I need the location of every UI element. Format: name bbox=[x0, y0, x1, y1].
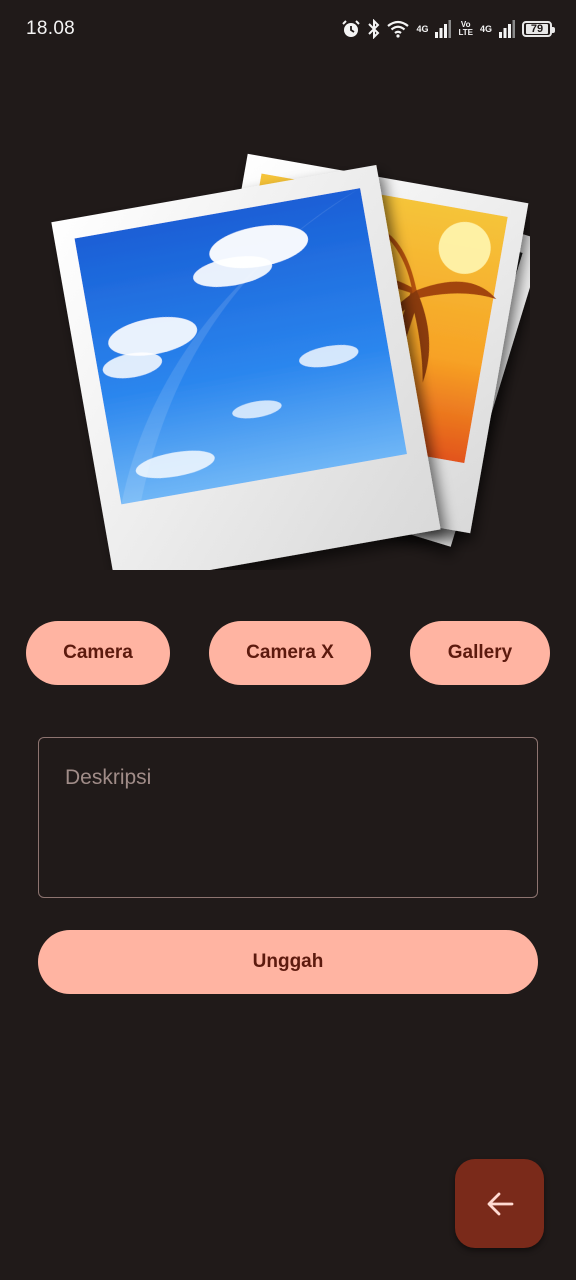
arrow-back-icon bbox=[487, 1192, 513, 1215]
volte-bottom: LTE bbox=[458, 28, 473, 37]
gallery-button[interactable]: Gallery bbox=[410, 621, 550, 685]
network-type-label: 4G bbox=[479, 23, 492, 34]
signal-icon bbox=[499, 20, 515, 38]
status-time: 18.08 bbox=[26, 18, 76, 39]
signal-icon bbox=[435, 20, 452, 38]
description-field[interactable]: Deskripsi bbox=[38, 737, 538, 898]
volte-indicator: Vo LTE bbox=[458, 21, 473, 37]
alarm-icon bbox=[342, 20, 361, 37]
wifi-icon bbox=[387, 20, 410, 38]
network-type-label: 4G bbox=[416, 23, 429, 34]
camera-x-button[interactable]: Camera X bbox=[209, 621, 371, 685]
camera-button[interactable]: Camera bbox=[26, 621, 170, 685]
photo-stack-icon bbox=[51, 153, 530, 570]
battery-level: 79 bbox=[526, 24, 548, 35]
back-fab[interactable] bbox=[455, 1159, 544, 1248]
bluetooth-icon bbox=[368, 19, 380, 39]
battery-icon: 79 bbox=[522, 21, 555, 37]
description-placeholder: Deskripsi bbox=[65, 766, 152, 789]
status-bar: 18.08 4G Vo LTE 4G 79 bbox=[0, 0, 576, 58]
status-icons: 4G Vo LTE 4G 79 bbox=[341, 16, 555, 42]
upload-button[interactable]: Unggah bbox=[38, 930, 538, 994]
